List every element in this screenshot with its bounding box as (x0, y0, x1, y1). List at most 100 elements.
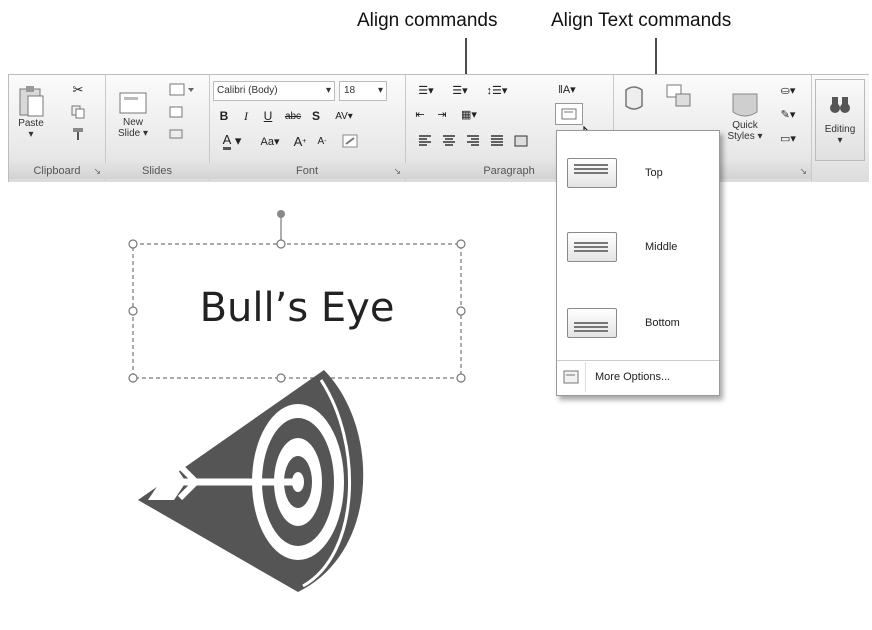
char-spacing-button[interactable]: AV▾ (329, 107, 359, 125)
text-direction-button[interactable]: ǁA▾ (553, 79, 581, 99)
align-text-middle-item[interactable]: Middle (557, 211, 719, 281)
paste-button[interactable]: Paste ▾ (13, 79, 49, 147)
strikethrough-button[interactable]: abc (281, 107, 305, 125)
arrange-button[interactable] (661, 79, 697, 115)
format-painter-icon (73, 128, 83, 140)
shape-fill-button[interactable]: ⛀▾ (773, 81, 803, 99)
align-left-button[interactable] (415, 131, 435, 151)
clipboard-group: Paste ▾ ✂ Clipboard ↘ (9, 75, 106, 181)
layout-icon (169, 83, 194, 96)
shrink-font-button[interactable]: A- (313, 131, 331, 151)
section-button[interactable] (167, 125, 185, 143)
shapes-icon (625, 86, 643, 110)
clipboard-launcher-icon[interactable]: ↘ (93, 163, 101, 179)
layout-button[interactable] (167, 81, 197, 99)
italic-button[interactable]: I (237, 107, 255, 125)
more-options-icon (563, 370, 579, 384)
slide-graphics (128, 210, 466, 592)
copy-icon (71, 105, 85, 119)
ribbon: Paste ▾ ✂ Clipboard ↘ New Slide ▾ Slides … (8, 74, 869, 184)
paste-icon (19, 86, 44, 117)
align-text-bottom-item[interactable]: Bottom (557, 287, 719, 357)
more-options-item[interactable]: More Options... (557, 362, 719, 392)
arrange-icon (666, 84, 691, 107)
rotation-handle[interactable] (277, 210, 285, 218)
editing-label: Editing (824, 124, 856, 135)
format-painter-button[interactable] (69, 125, 87, 143)
paste-label: Paste (18, 118, 44, 129)
reset-button[interactable] (167, 103, 185, 121)
clear-formatting-button[interactable] (339, 131, 361, 151)
font-group-label: Font ↘ (209, 163, 405, 179)
font-size-dropdown-icon[interactable]: ▾ (378, 85, 383, 96)
callout-align-commands: Align commands (357, 10, 498, 31)
font-name-value: Calibri (Body) (217, 85, 278, 96)
align-top-icon (567, 158, 617, 188)
bullets-button[interactable]: ☰▾ (411, 81, 441, 99)
font-color-icon: A (222, 132, 232, 150)
copy-button[interactable] (69, 103, 87, 121)
paste-arrow-icon: ▾ (28, 129, 34, 140)
new-slide-button[interactable]: New Slide ▾ (111, 79, 155, 149)
clipboard-group-label: Clipboard ↘ (9, 163, 105, 179)
decrease-indent-button[interactable]: ⇤ (411, 105, 429, 123)
line-spacing-button[interactable]: ↕☰▾ (481, 81, 513, 99)
align-text-button[interactable] (555, 103, 583, 125)
bullseye-graphic[interactable] (138, 370, 364, 592)
columns-button[interactable]: ▦▾ (455, 105, 483, 123)
slide-title-text[interactable]: Bull’s Eye (133, 285, 461, 331)
quick-styles-icon (732, 93, 758, 117)
grow-font-button[interactable]: A + (291, 131, 309, 151)
align-right-icon (467, 135, 479, 146)
editing-button[interactable]: Editing ▾ (815, 79, 865, 161)
callout-align-text-commands: Align Text commands (551, 10, 732, 31)
font-group: Calibri (Body) ▾ 18 ▾ B I U abc S AV▾ A … (209, 75, 406, 181)
numbering-button[interactable]: ☰▾ (445, 81, 475, 99)
editing-group: Editing ▾ (811, 75, 867, 181)
underline-button[interactable]: U (259, 107, 277, 125)
align-text-icon (561, 108, 577, 120)
bold-button[interactable]: B (215, 107, 233, 125)
font-name-box[interactable]: Calibri (Body) ▾ (213, 81, 335, 101)
more-options-label: More Options... (595, 371, 671, 383)
drawing-launcher-icon[interactable]: ↘ (799, 163, 807, 179)
new-slide-label-2: Slide ▾ (117, 128, 149, 139)
shapes-button[interactable] (617, 79, 653, 115)
align-text-bottom-label: Bottom (645, 317, 680, 329)
align-text-top-item[interactable]: Top (557, 137, 719, 207)
editing-arrow-icon: ▾ (837, 135, 843, 146)
font-color-button[interactable]: A ▾ (215, 131, 249, 151)
align-text-dropdown: Top Middle Bottom More Options... (556, 130, 720, 396)
cut-button[interactable]: ✂ (69, 81, 87, 99)
change-case-button[interactable]: Aa▾ (255, 131, 285, 151)
clear-formatting-icon (342, 134, 358, 148)
justify-icon (491, 135, 503, 146)
distributed-icon (514, 135, 528, 147)
new-slide-label-1: New (122, 117, 143, 128)
new-slide-icon (119, 92, 147, 114)
shape-outline-button[interactable]: ✎▾ (773, 105, 803, 123)
align-text-top-label: Top (645, 167, 663, 179)
shape-effects-button[interactable]: ▭▾ (773, 129, 803, 147)
align-right-button[interactable] (463, 131, 483, 151)
font-name-dropdown-icon[interactable]: ▾ (326, 85, 331, 96)
quick-styles-label-2: Styles ▾ (727, 131, 763, 142)
increase-indent-button[interactable]: ⇥ (433, 105, 451, 123)
align-center-button[interactable] (439, 131, 459, 151)
slides-group-label: Slides (105, 163, 209, 179)
shadow-button[interactable]: S (307, 107, 325, 125)
reset-icon (169, 106, 183, 118)
slides-group: New Slide ▾ Slides (105, 75, 210, 181)
font-size-box[interactable]: 18 ▾ (339, 81, 387, 101)
binoculars-icon (830, 97, 850, 113)
section-icon (169, 129, 183, 139)
align-bottom-icon (567, 308, 617, 338)
dropdown-separator (557, 360, 719, 361)
justify-button[interactable] (487, 131, 507, 151)
font-size-value: 18 (344, 85, 356, 96)
slide-canvas: Bull’s Eye (8, 182, 872, 630)
distributed-button[interactable] (511, 131, 531, 151)
align-center-icon (443, 135, 455, 146)
quick-styles-button[interactable]: Quick Styles ▾ (721, 79, 769, 151)
font-launcher-icon[interactable]: ↘ (393, 163, 401, 179)
